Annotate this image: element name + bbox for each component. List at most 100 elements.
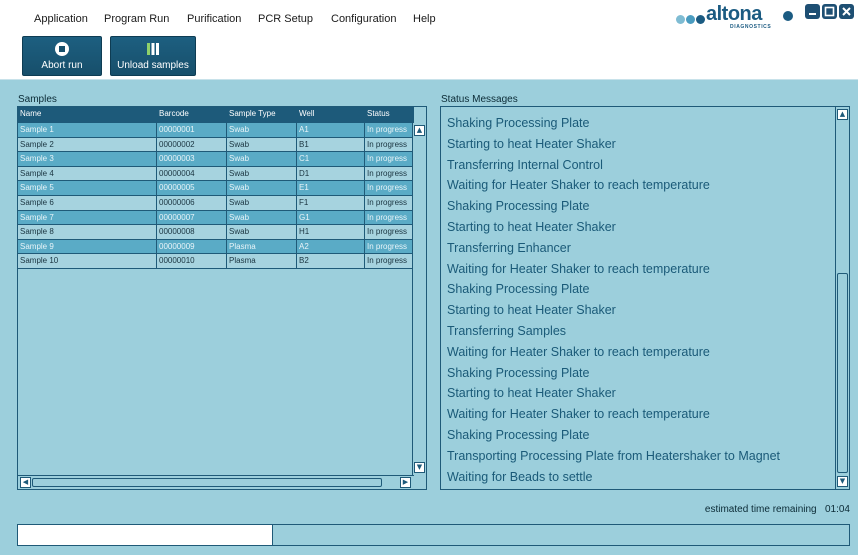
column-header-barcode[interactable]: Barcode bbox=[157, 107, 227, 123]
cell-name: Sample 10 bbox=[18, 254, 157, 268]
scroll-down-icon[interactable]: ▼ bbox=[414, 462, 425, 473]
menu-program-run[interactable]: Program Run bbox=[104, 13, 169, 25]
unload-samples-label: Unload samples bbox=[117, 60, 189, 71]
cell-well: B2 bbox=[297, 254, 365, 268]
estimated-time-value: 01:04 bbox=[824, 504, 850, 515]
status-messages-heading: Status Messages bbox=[441, 94, 518, 105]
scroll-right-icon[interactable]: ▶ bbox=[400, 477, 411, 488]
column-header-sample-type[interactable]: Sample Type bbox=[227, 107, 297, 123]
cell-name: Sample 3 bbox=[18, 152, 157, 166]
run-progress-fill bbox=[18, 525, 274, 545]
scroll-up-icon[interactable]: ▲ bbox=[837, 109, 848, 120]
samples-table-header: Name Barcode Sample Type Well Status bbox=[18, 107, 414, 123]
table-row[interactable]: Sample 4 00000004 Swab D1 In progress bbox=[18, 166, 414, 182]
unload-samples-button[interactable]: Unload samples bbox=[110, 36, 196, 76]
cell-status: In progress bbox=[367, 183, 408, 193]
status-message: Waiting for Heater Shaker to reach tempe… bbox=[447, 261, 710, 276]
cell-status: In progress bbox=[367, 125, 408, 134]
cell-name: Sample 6 bbox=[18, 195, 157, 210]
table-row[interactable]: Sample 10 00000010 Plasma B2 In progress bbox=[18, 254, 414, 269]
logo-dots bbox=[676, 11, 706, 29]
scroll-left-icon[interactable]: ◀ bbox=[20, 477, 31, 488]
status-message: Transferring Enhancer bbox=[447, 240, 571, 255]
logo-wordmark: altona bbox=[706, 3, 762, 25]
cell-name: Sample 4 bbox=[18, 166, 157, 181]
logo-dot bbox=[686, 15, 695, 24]
samples-heading: Samples bbox=[18, 94, 57, 105]
cell-well: H1 bbox=[297, 225, 365, 239]
maximize-icon[interactable] bbox=[822, 4, 837, 19]
cell-well: F1 bbox=[297, 195, 365, 210]
cell-barcode: 00000010 bbox=[157, 254, 227, 268]
column-header-name[interactable]: Name bbox=[18, 107, 157, 123]
status-vertical-scrollbar[interactable]: ▲ ▼ bbox=[835, 107, 849, 489]
status-message: Waiting for Heater Shaker to reach tempe… bbox=[447, 344, 710, 359]
cell-status: In progress bbox=[367, 139, 408, 149]
status-message: Transferring Internal Control bbox=[447, 157, 603, 172]
cell-well: E1 bbox=[297, 181, 365, 195]
menu-purification[interactable]: Purification bbox=[187, 13, 241, 25]
menu-help[interactable]: Help bbox=[413, 13, 436, 25]
status-message: Starting to heat Heater Shaker bbox=[447, 136, 616, 151]
menu-pcr-setup[interactable]: PCR Setup bbox=[258, 13, 313, 25]
cell-sample-type: Swab bbox=[227, 152, 297, 166]
status-message: Starting to heat Heater Shaker bbox=[447, 303, 616, 318]
status-message: Transferring Samples bbox=[447, 323, 567, 338]
logo-dot bbox=[676, 15, 685, 24]
table-row[interactable]: Sample 5 00000005 Swab E1 In progress bbox=[18, 181, 414, 196]
samples-table: Name Barcode Sample Type Well Status Sam… bbox=[17, 106, 427, 490]
cell-well: A1 bbox=[297, 123, 365, 137]
table-row[interactable]: Sample 3 00000003 Swab C1 In progress bbox=[18, 152, 414, 167]
cell-name: Sample 5 bbox=[18, 181, 157, 195]
cell-well: C1 bbox=[297, 152, 365, 166]
scroll-down-icon[interactable]: ▼ bbox=[837, 476, 848, 487]
column-header-status[interactable]: Status bbox=[365, 107, 414, 123]
cell-status: In progress bbox=[367, 212, 408, 222]
status-message: Transporting Processing Plate from Heate… bbox=[447, 448, 781, 463]
menu-application[interactable]: Application bbox=[34, 13, 88, 25]
altona-logo: altona DIAGNOSTICS bbox=[676, 3, 800, 31]
table-row[interactable]: Sample 7 00000007 Swab G1 In progress bbox=[18, 210, 414, 226]
status-messages-items: Shaking Processing Plate Starting to heat… bbox=[447, 113, 827, 487]
cell-status: In progress bbox=[367, 168, 408, 178]
column-header-well[interactable]: Well bbox=[297, 107, 365, 123]
cell-barcode: 00000006 bbox=[157, 195, 227, 210]
unload-icon bbox=[145, 41, 161, 60]
cell-sample-type: Swab bbox=[227, 123, 297, 137]
horizontal-scroll-thumb[interactable] bbox=[32, 478, 382, 487]
cell-sample-type: Swab bbox=[227, 137, 297, 152]
status-scroll-thumb[interactable] bbox=[837, 273, 848, 473]
cell-sample-type: Plasma bbox=[227, 254, 297, 268]
cell-name: Sample 9 bbox=[18, 239, 157, 254]
samples-vertical-scrollbar[interactable]: ▲ ▼ bbox=[412, 123, 426, 475]
estimated-time-label: estimated time remaining bbox=[704, 504, 817, 515]
cell-sample-type: Swab bbox=[227, 166, 297, 181]
close-icon[interactable] bbox=[839, 4, 854, 19]
cell-well: B1 bbox=[297, 137, 365, 152]
table-row[interactable]: Sample 8 00000008 Swab H1 In progress bbox=[18, 225, 414, 240]
table-row[interactable]: Sample 1 00000001 Swab A1 In progress bbox=[18, 123, 414, 138]
status-message: Shaking Processing Plate bbox=[447, 282, 590, 297]
abort-run-button[interactable]: Abort run bbox=[22, 36, 102, 76]
cell-barcode: 00000007 bbox=[157, 210, 227, 225]
table-row[interactable]: Sample 2 00000002 Swab B1 In progress bbox=[18, 137, 414, 153]
menu-configuration[interactable]: Configuration bbox=[331, 13, 396, 25]
status-messages-list: Shaking Processing Plate Starting to heat… bbox=[440, 106, 850, 490]
status-message: Waiting for Beads to settle bbox=[447, 469, 593, 484]
cell-barcode: 00000001 bbox=[157, 123, 227, 137]
minimize-icon[interactable] bbox=[805, 4, 820, 19]
menu-bar: Application Program Run Purification PCR… bbox=[0, 0, 858, 34]
abort-run-label: Abort run bbox=[41, 60, 83, 71]
cell-status: In progress bbox=[367, 241, 408, 251]
samples-horizontal-scrollbar[interactable]: ◀ ▶ bbox=[18, 475, 414, 489]
cell-status: In progress bbox=[367, 256, 408, 266]
table-row[interactable]: Sample 9 00000009 Plasma A2 In progress bbox=[18, 239, 414, 255]
status-message: Starting to heat Heater Shaker bbox=[447, 219, 616, 234]
logo-end-dot bbox=[783, 11, 793, 21]
cell-barcode: 00000002 bbox=[157, 137, 227, 152]
table-row[interactable]: Sample 6 00000006 Swab F1 In progress bbox=[18, 195, 414, 211]
status-message: Shaking Processing Plate bbox=[447, 427, 590, 442]
logo-subtitle: DIAGNOSTICS bbox=[730, 24, 772, 30]
scroll-up-icon[interactable]: ▲ bbox=[414, 125, 425, 136]
estimated-time-remaining: estimated time remaining 01:04 bbox=[640, 504, 850, 515]
